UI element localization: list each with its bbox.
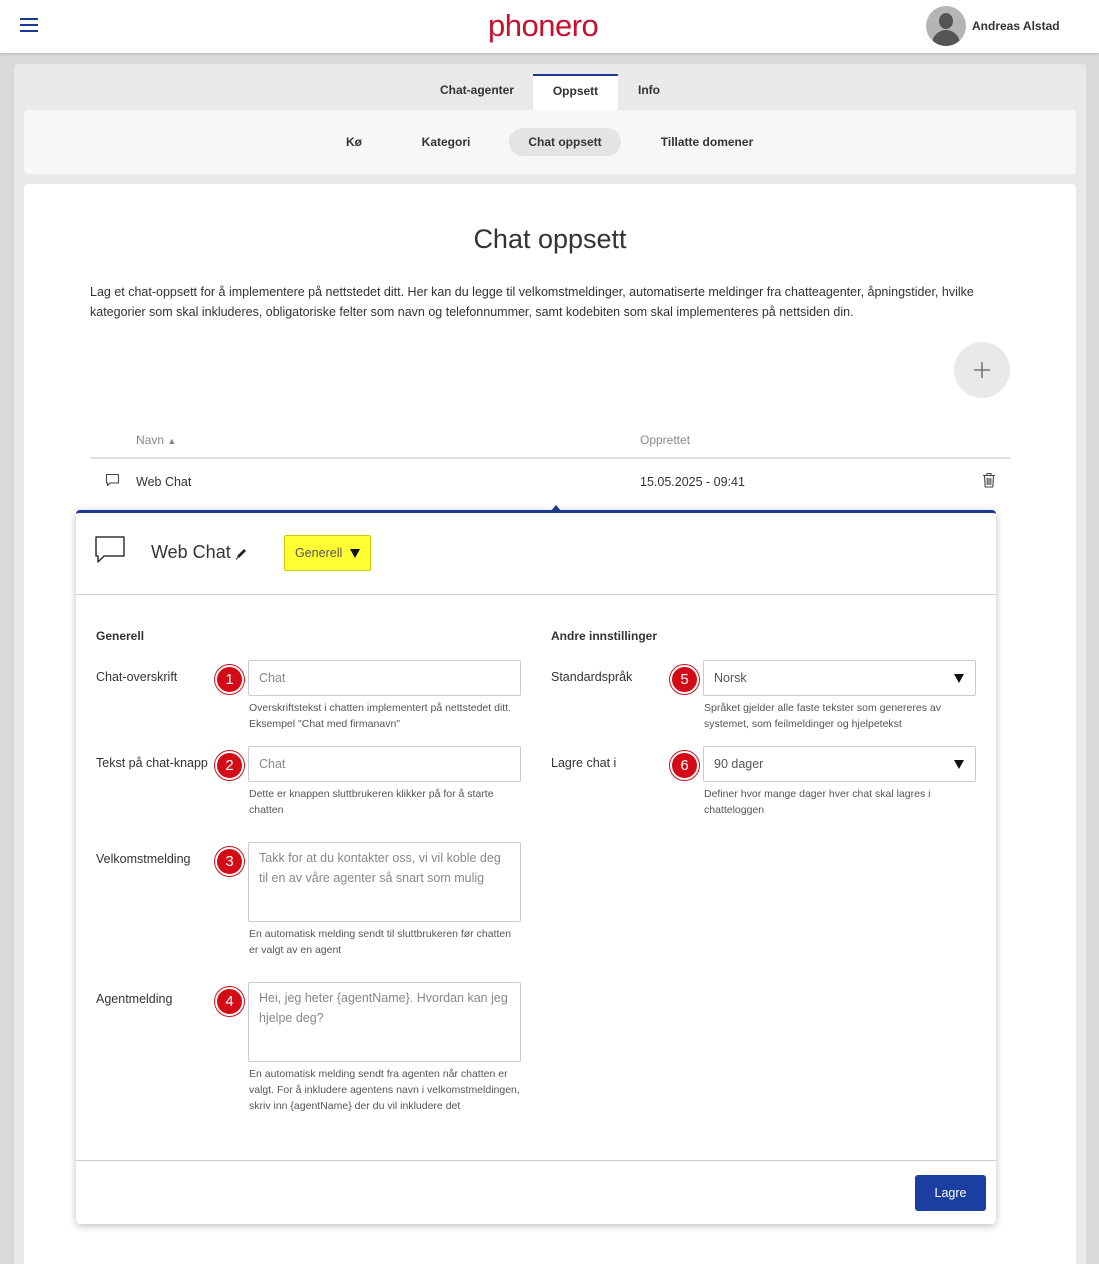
plus-icon (974, 362, 990, 378)
subnav-chat-oppsett[interactable]: Chat oppsett (509, 128, 621, 156)
view-select[interactable]: Generell (284, 535, 371, 571)
save-button[interactable]: Lagre (915, 1175, 986, 1211)
menu-icon[interactable] (20, 18, 38, 32)
subnav-kategori[interactable]: Kategori (408, 128, 484, 156)
default-language-select[interactable]: Norsk (703, 660, 976, 696)
column-header-name[interactable]: Navn ▲ (136, 433, 176, 447)
view-select-value: Generell (295, 546, 343, 560)
user-menu[interactable]: Andreas Alstad (926, 6, 1060, 46)
field-label-default-language: Standardspråk (551, 670, 633, 684)
chat-heading-input[interactable]: Chat (248, 660, 521, 696)
avatar[interactable] (926, 6, 966, 46)
row-name[interactable]: Web Chat (136, 475, 191, 489)
row-created: 15.05.2025 - 09:41 (640, 475, 745, 489)
step-badge-6: 6 (670, 751, 699, 780)
tab-info[interactable]: Info (622, 74, 676, 110)
chat-bubble-icon (105, 473, 120, 487)
field-label-chat-button: Tekst på chat-knapp (96, 756, 208, 770)
top-bar: phonero Andreas Alstad (0, 0, 1099, 53)
sub-navigation: Kø Kategori Chat oppsett Tillatte domene… (24, 110, 1076, 174)
tab-chat-agenter[interactable]: Chat-agenter (424, 74, 530, 110)
chat-button-help: Dette er knappen sluttbrukeren klikker p… (249, 788, 494, 816)
default-language-help: Språket gjelder alle faste tekster som g… (704, 702, 941, 730)
field-label-retention: Lagre chat i (551, 756, 617, 770)
chat-bubble-icon (95, 536, 125, 563)
step-badge-3: 3 (215, 847, 244, 876)
trash-icon[interactable] (982, 472, 996, 488)
chat-button-input[interactable]: Chat (248, 746, 521, 782)
step-badge-1: 1 (215, 665, 244, 694)
step-badge-5: 5 (670, 665, 699, 694)
field-label-agent-message: Agentmelding (96, 992, 173, 1006)
agent-message-help: En automatisk melding sendt fra agenten … (249, 1068, 520, 1112)
caret-down-icon (350, 549, 360, 558)
column-header-created[interactable]: Opprettet (640, 433, 690, 447)
agent-message-textarea[interactable]: Hei, jeg heter {agentName}. Hvordan kan … (248, 982, 521, 1062)
phonero-logo: phonero (488, 8, 599, 43)
sort-asc-icon: ▲ (167, 436, 177, 446)
retention-select[interactable]: 90 dager (703, 746, 976, 782)
retention-value: 90 dager (714, 757, 764, 771)
column-header-name-label: Navn (136, 433, 165, 447)
field-label-welcome: Velkomstmelding (96, 852, 191, 866)
table-divider (90, 457, 1010, 459)
section-title-general: Generell (96, 629, 145, 643)
tab-oppsett[interactable]: Oppsett (533, 74, 618, 110)
welcome-message-textarea[interactable]: Takk for at du kontakter oss, vi vil kob… (248, 842, 521, 922)
subnav-ko[interactable]: Kø (334, 128, 374, 156)
chat-setup-detail-card: Web Chat Generell Generell Chat-overskri… (76, 510, 996, 1224)
default-language-value: Norsk (714, 671, 747, 685)
pencil-icon[interactable] (235, 547, 248, 560)
step-badge-4: 4 (215, 987, 244, 1016)
page-description: Lag et chat-oppsett for å implementere p… (90, 285, 974, 319)
caret-down-icon (954, 674, 964, 683)
chat-heading-help: Overskriftstekst i chatten implementert … (249, 702, 512, 730)
retention-help: Definer hvor mange dager hver chat skal … (704, 788, 931, 816)
detail-title: Web Chat (151, 542, 231, 562)
divider (76, 1160, 996, 1161)
divider (76, 594, 996, 595)
caret-down-icon (954, 760, 964, 769)
welcome-message-help: En automatisk melding sendt til sluttbru… (249, 928, 512, 956)
user-name: Andreas Alstad (972, 19, 1060, 33)
step-badge-2: 2 (215, 751, 244, 780)
add-button[interactable] (954, 342, 1010, 398)
section-title-other-settings: Andre innstillinger (551, 629, 658, 643)
tab-bar: Chat-agenter Oppsett Info (14, 74, 1086, 110)
subnav-tillatte-domener[interactable]: Tillatte domener (649, 128, 765, 156)
page-title: Chat oppsett (473, 224, 627, 254)
field-label-chat-heading: Chat-overskrift (96, 670, 178, 684)
